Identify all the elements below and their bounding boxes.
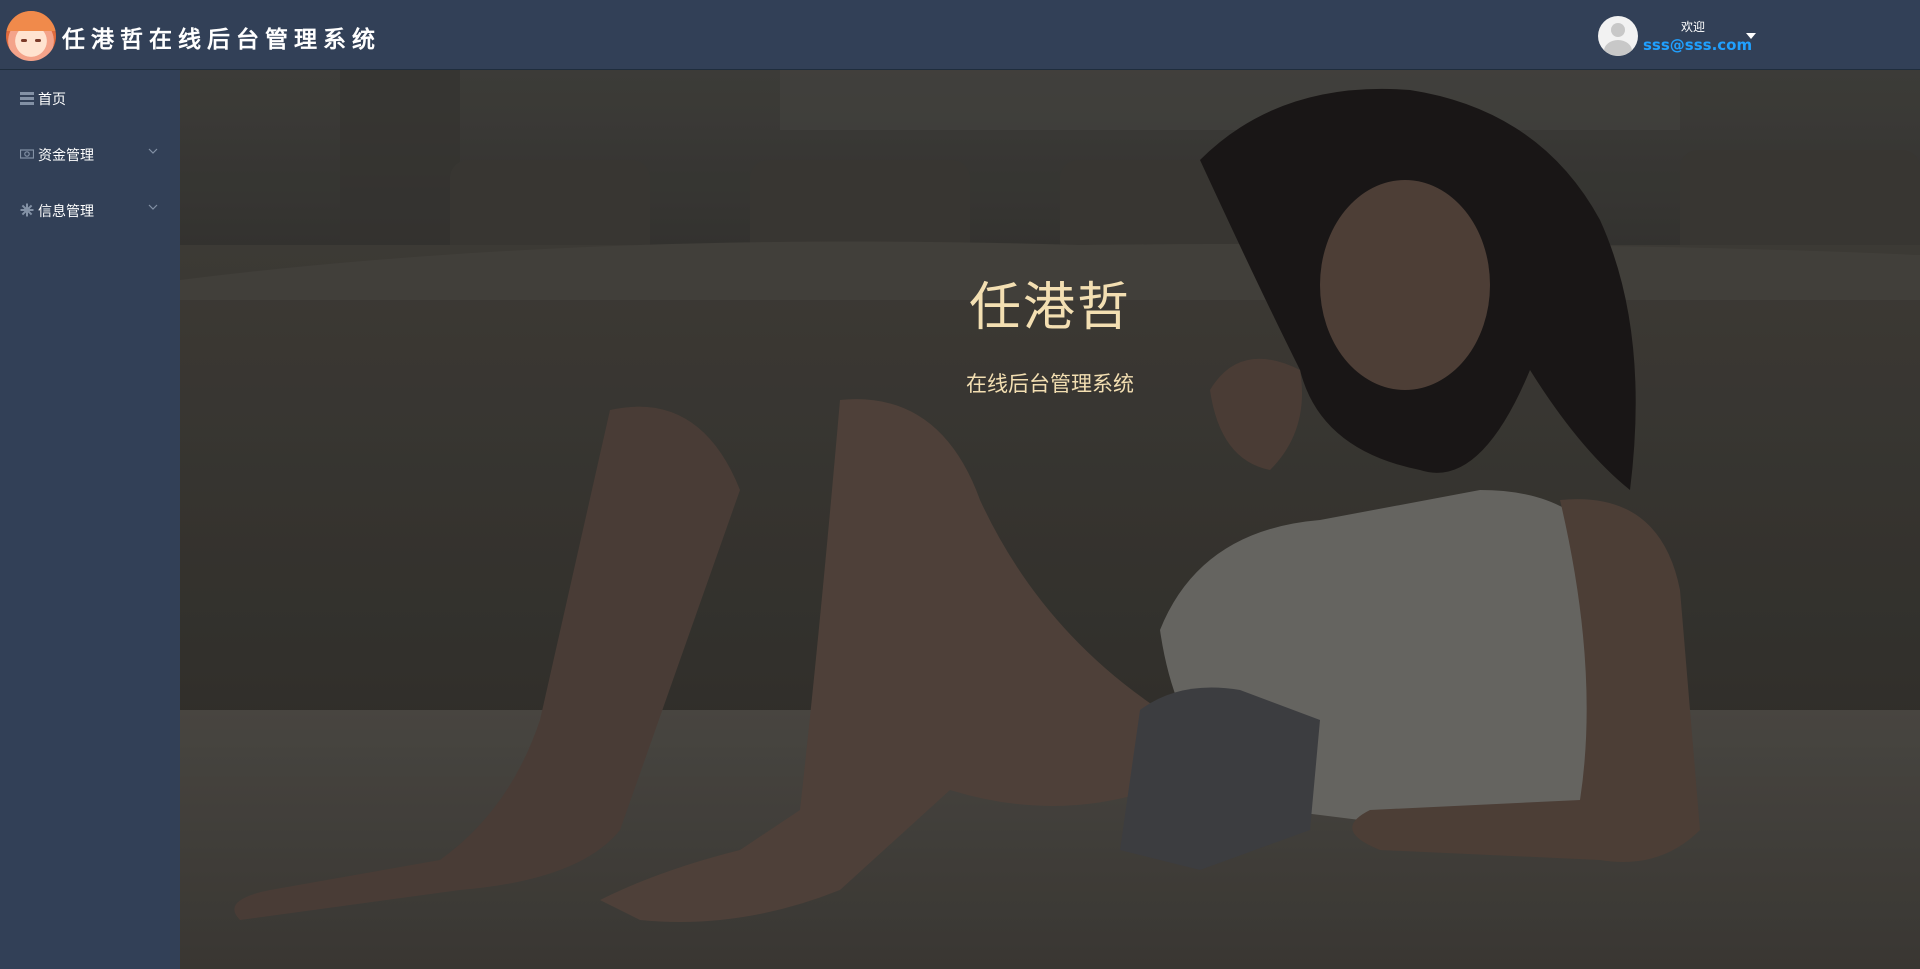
chevron-down-icon bbox=[148, 148, 158, 154]
gear-icon bbox=[20, 203, 34, 217]
list-icon bbox=[20, 92, 34, 105]
sidebar-item-label: 资金管理 bbox=[38, 148, 94, 164]
sidebar-item-label: 信息管理 bbox=[38, 204, 94, 220]
sidebar-item-home[interactable]: 首页 bbox=[0, 70, 180, 126]
user-menu[interactable]: 欢迎 sss@sss.com bbox=[1598, 15, 1768, 57]
money-icon bbox=[20, 149, 34, 159]
avatar[interactable] bbox=[1598, 16, 1638, 56]
sidebar-item-label: 首页 bbox=[38, 92, 66, 108]
sidebar: 首页 资金管理 信息管理 bbox=[0, 70, 180, 969]
app-title: 任港哲在线后台管理系统 bbox=[62, 27, 381, 53]
caret-down-icon[interactable] bbox=[1746, 33, 1756, 39]
chevron-down-icon bbox=[148, 204, 158, 210]
user-email: sss@sss.com bbox=[1643, 36, 1753, 54]
hero-title: 任港哲 bbox=[968, 278, 1131, 338]
top-header: 任港哲在线后台管理系统 欢迎 sss@sss.com bbox=[0, 0, 1920, 70]
hero-subtitle: 在线后台管理系统 bbox=[966, 372, 1134, 396]
logo-icon bbox=[6, 11, 56, 61]
background-photo bbox=[180, 70, 1920, 969]
main-content: 任港哲 在线后台管理系统 bbox=[180, 70, 1920, 969]
sidebar-item-info[interactable]: 信息管理 bbox=[0, 182, 180, 238]
sidebar-item-finance[interactable]: 资金管理 bbox=[0, 126, 180, 182]
welcome-label: 欢迎 bbox=[1680, 20, 1705, 34]
